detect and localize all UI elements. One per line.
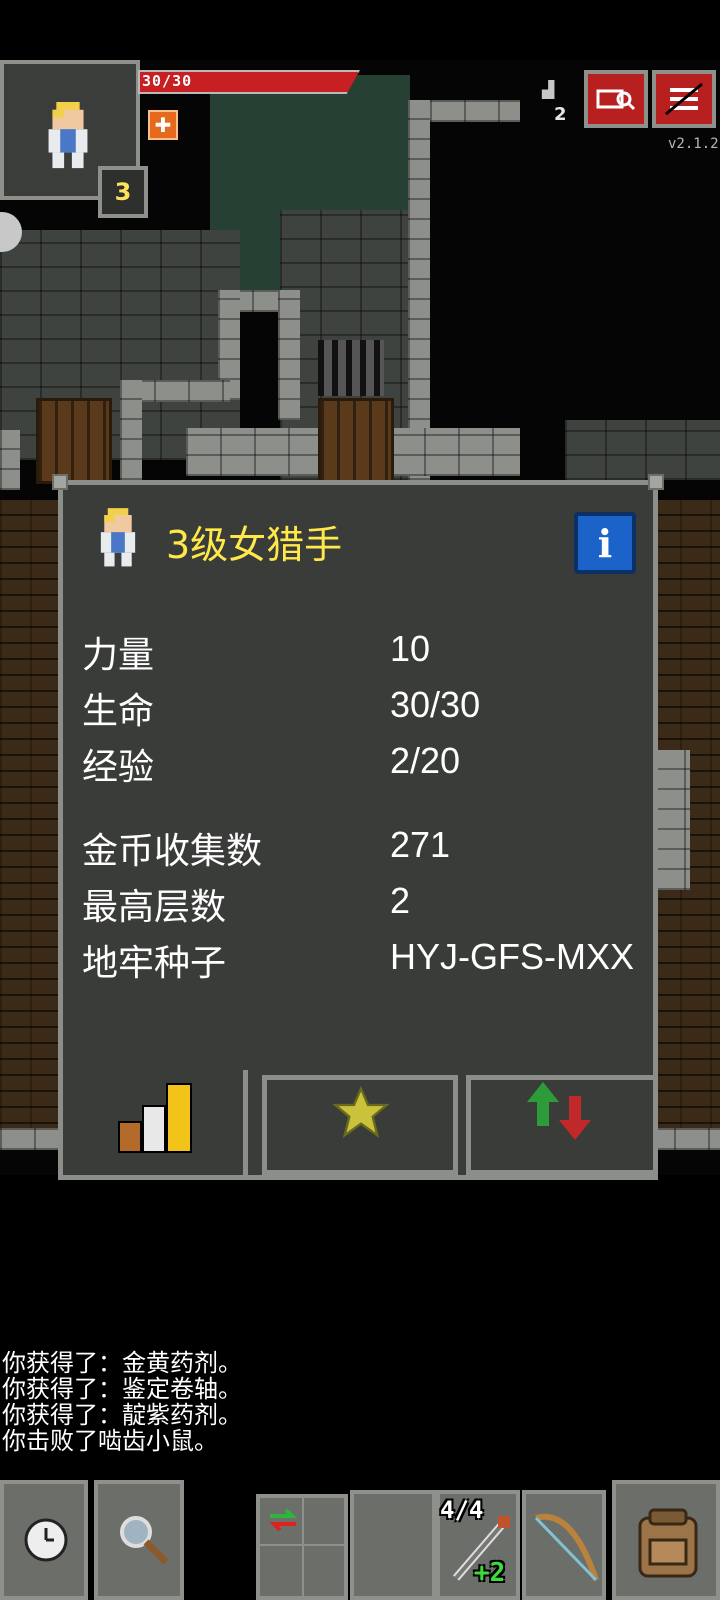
tab-journal[interactable] — [466, 1075, 658, 1175]
weapon-charges: 4/4 — [440, 1496, 484, 1524]
bar-chart-icon — [118, 1083, 192, 1153]
search-button[interactable] — [94, 1480, 184, 1600]
menu-button[interactable] — [652, 70, 716, 128]
swap-arrows-icon — [269, 1508, 297, 1532]
health-text: 30/30 — [142, 72, 193, 90]
quickslot-swap[interactable] — [256, 1494, 348, 1600]
log-line: 你获得了：金黄药剂。 — [2, 1349, 242, 1377]
log-line: 你击败了啮齿小鼠。 — [2, 1427, 218, 1455]
bow-icon — [534, 1513, 599, 1582]
stone-wall — [278, 290, 300, 420]
window-corner — [52, 474, 68, 490]
up-down-arrows-icon — [527, 1082, 591, 1140]
huntress-portrait — [100, 508, 136, 567]
star-icon — [333, 1086, 389, 1138]
stone-wall — [430, 100, 520, 122]
stat-label-dungeon-seed: 地牢种子 — [82, 943, 227, 984]
log-line: 你获得了：鉴定卷轴。 — [2, 1375, 242, 1403]
depth-indicator: 2 — [554, 104, 567, 125]
backpack-button[interactable] — [612, 1480, 720, 1600]
tab-stats[interactable] — [58, 1070, 248, 1180]
stat-value-gold: 271 — [390, 824, 451, 865]
brick-floor — [0, 500, 60, 1140]
magnifier-icon — [120, 1516, 169, 1565]
stat-label-gold: 金币收集数 — [82, 831, 263, 872]
slot-divider — [302, 1498, 304, 1598]
dark-wall — [565, 420, 720, 480]
stone-wall — [0, 1128, 60, 1150]
hero-info-button[interactable]: i — [574, 512, 636, 574]
stat-label-experience: 经验 — [82, 747, 155, 788]
clock-icon — [24, 1518, 68, 1562]
hero-title: 3级女猎手 — [166, 523, 343, 567]
log-line: 你获得了：靛紫药剂。 — [2, 1401, 242, 1429]
stat-value-dungeon-seed: HYJ-GFS-MXX — [390, 936, 635, 977]
stat-value-health: 30/30 — [390, 684, 481, 725]
stat-value-strength: 10 — [390, 628, 431, 669]
menu-icon — [665, 82, 703, 116]
hero-level-badge: 3 — [98, 166, 148, 218]
window-corner — [648, 474, 664, 490]
weapon-upgrade-level: +2 — [474, 1558, 506, 1588]
stat-value-experience: 2/20 — [390, 740, 461, 781]
quickslot-empty[interactable] — [350, 1490, 436, 1600]
targeted-buff-icon[interactable]: ✚ — [148, 110, 178, 140]
version-label: v2.1.2 — [668, 136, 719, 152]
stairs-icon: ▟ — [542, 80, 555, 99]
stat-label-strength: 力量 — [82, 635, 155, 676]
backpack-icon — [638, 1508, 698, 1578]
huntress-avatar — [48, 102, 88, 169]
tab-badges[interactable] — [262, 1075, 458, 1175]
stat-label-max-depth: 最高层数 — [82, 887, 227, 928]
wait-button[interactable] — [0, 1480, 88, 1600]
journal-button[interactable] — [584, 70, 648, 128]
iron-grate — [318, 340, 384, 396]
stat-value-max-depth: 2 — [390, 880, 411, 921]
stat-label-health: 生命 — [82, 691, 155, 732]
journal-search-icon — [596, 89, 636, 111]
slot-divider — [260, 1544, 348, 1546]
wooden-door[interactable] — [36, 398, 112, 484]
wooden-door[interactable] — [318, 398, 394, 484]
stone-wall — [0, 430, 20, 490]
quickslot-bow[interactable] — [522, 1490, 606, 1600]
game-log: 你获得了：金黄药剂。 你获得了：鉴定卷轴。 你获得了：靛紫药剂。 你击败了啮齿小… — [2, 1350, 702, 1454]
info-icon: i — [597, 520, 613, 566]
